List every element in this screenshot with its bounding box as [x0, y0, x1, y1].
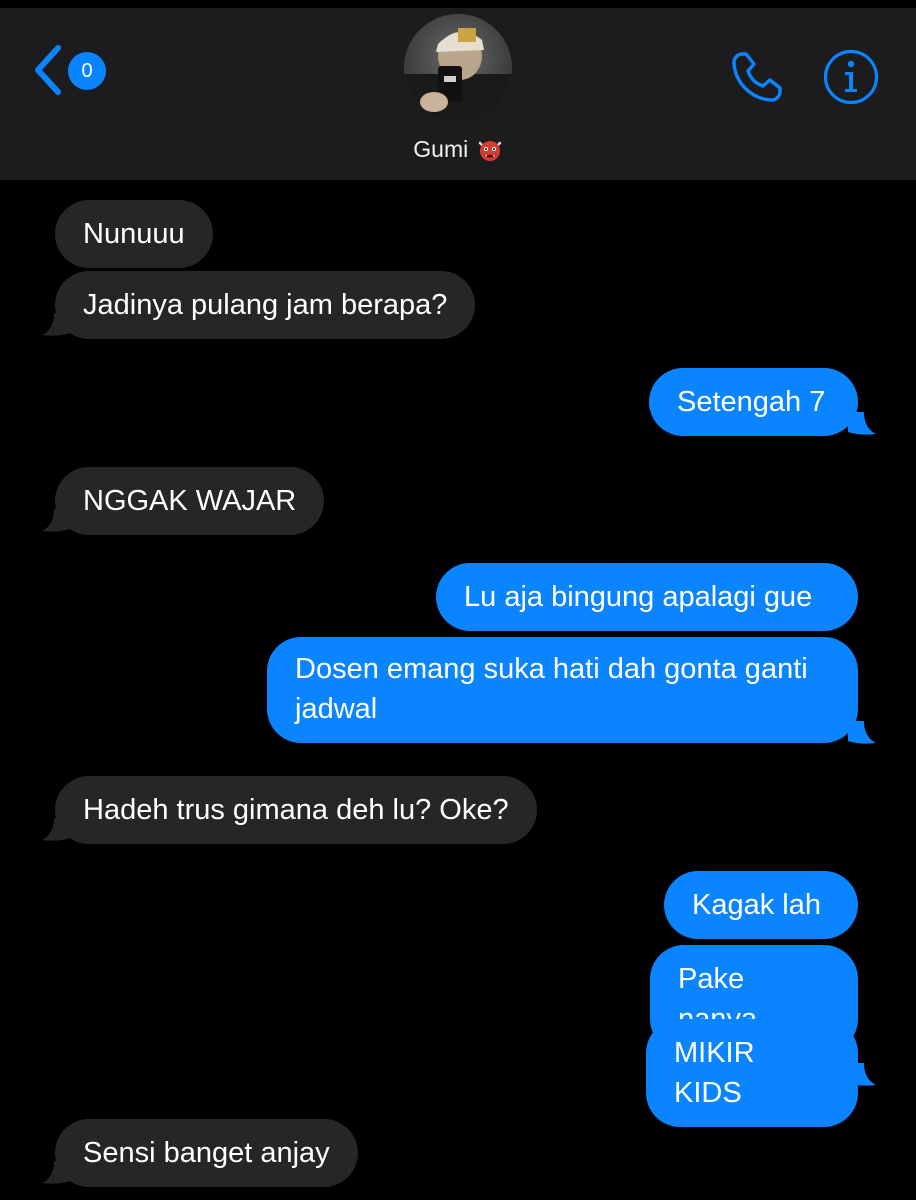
message-text: Lu aja bingung apalagi gue [464, 581, 813, 613]
message-bubble-incoming[interactable]: Nunuuu [55, 200, 213, 268]
contact-name-row[interactable]: Gumi [0, 136, 916, 163]
message-bubble-outgoing[interactable]: Kagak lah [664, 871, 858, 939]
message-bubble-incoming[interactable]: Hadeh trus gimana deh lu? Oke? [55, 776, 537, 844]
message-text: Setengah 7 [677, 386, 826, 418]
messages-screen: 0 Gumi Nunuuu Jadinya pulang jam berapa?… [0, 0, 916, 1200]
message-text: Hadeh trus gimana deh lu? Oke? [83, 794, 509, 826]
ogre-emoji-icon [478, 140, 501, 161]
message-bubble-outgoing[interactable]: Dosen emang suka hati dah gonta ganti ja… [267, 637, 858, 743]
bubble-tail-incoming [42, 313, 70, 336]
message-bubble-outgoing[interactable]: MIKIR KIDS [646, 1019, 858, 1127]
info-icon [823, 49, 879, 105]
message-text: Jadinya pulang jam berapa? [83, 289, 448, 321]
message-text: Dosen emang suka hati dah gonta ganti ja… [295, 653, 808, 725]
message-bubble-outgoing[interactable]: Setengah 7 [649, 368, 858, 436]
message-text: Sensi banget anjay [83, 1137, 330, 1169]
message-text: MIKIR KIDS [674, 1037, 755, 1109]
avatar-photo [404, 14, 512, 122]
chevron-left-icon [35, 45, 61, 95]
message-text: Nunuuu [83, 218, 185, 250]
call-button[interactable] [728, 48, 786, 106]
message-bubble-outgoing[interactable]: Lu aja bingung apalagi gue [436, 563, 858, 631]
bubble-tail-outgoing [848, 1063, 876, 1086]
bubble-tail-incoming [42, 1161, 70, 1184]
phone-icon [732, 52, 782, 102]
message-bubble-incoming[interactable]: Jadinya pulang jam berapa? [55, 271, 476, 339]
conversation-header: 0 Gumi [0, 0, 916, 180]
contact-name: Gumi [413, 136, 469, 162]
back-button[interactable]: 0 [30, 42, 120, 102]
bubble-tail-outgoing [848, 721, 876, 744]
contact-avatar[interactable] [404, 14, 512, 122]
message-list: Nunuuu Jadinya pulang jam berapa? Seteng… [0, 180, 916, 1200]
message-bubble-incoming[interactable]: NGGAK WAJAR [55, 467, 325, 535]
bubble-tail-outgoing [848, 412, 876, 435]
info-button[interactable] [822, 48, 880, 106]
unread-count-badge: 0 [68, 52, 106, 90]
bubble-tail-incoming [42, 818, 70, 841]
bubble-tail-incoming [42, 509, 70, 532]
message-bubble-incoming[interactable]: Sensi banget anjay [55, 1119, 358, 1187]
message-text: NGGAK WAJAR [83, 485, 297, 517]
message-text: Kagak lah [692, 889, 821, 921]
